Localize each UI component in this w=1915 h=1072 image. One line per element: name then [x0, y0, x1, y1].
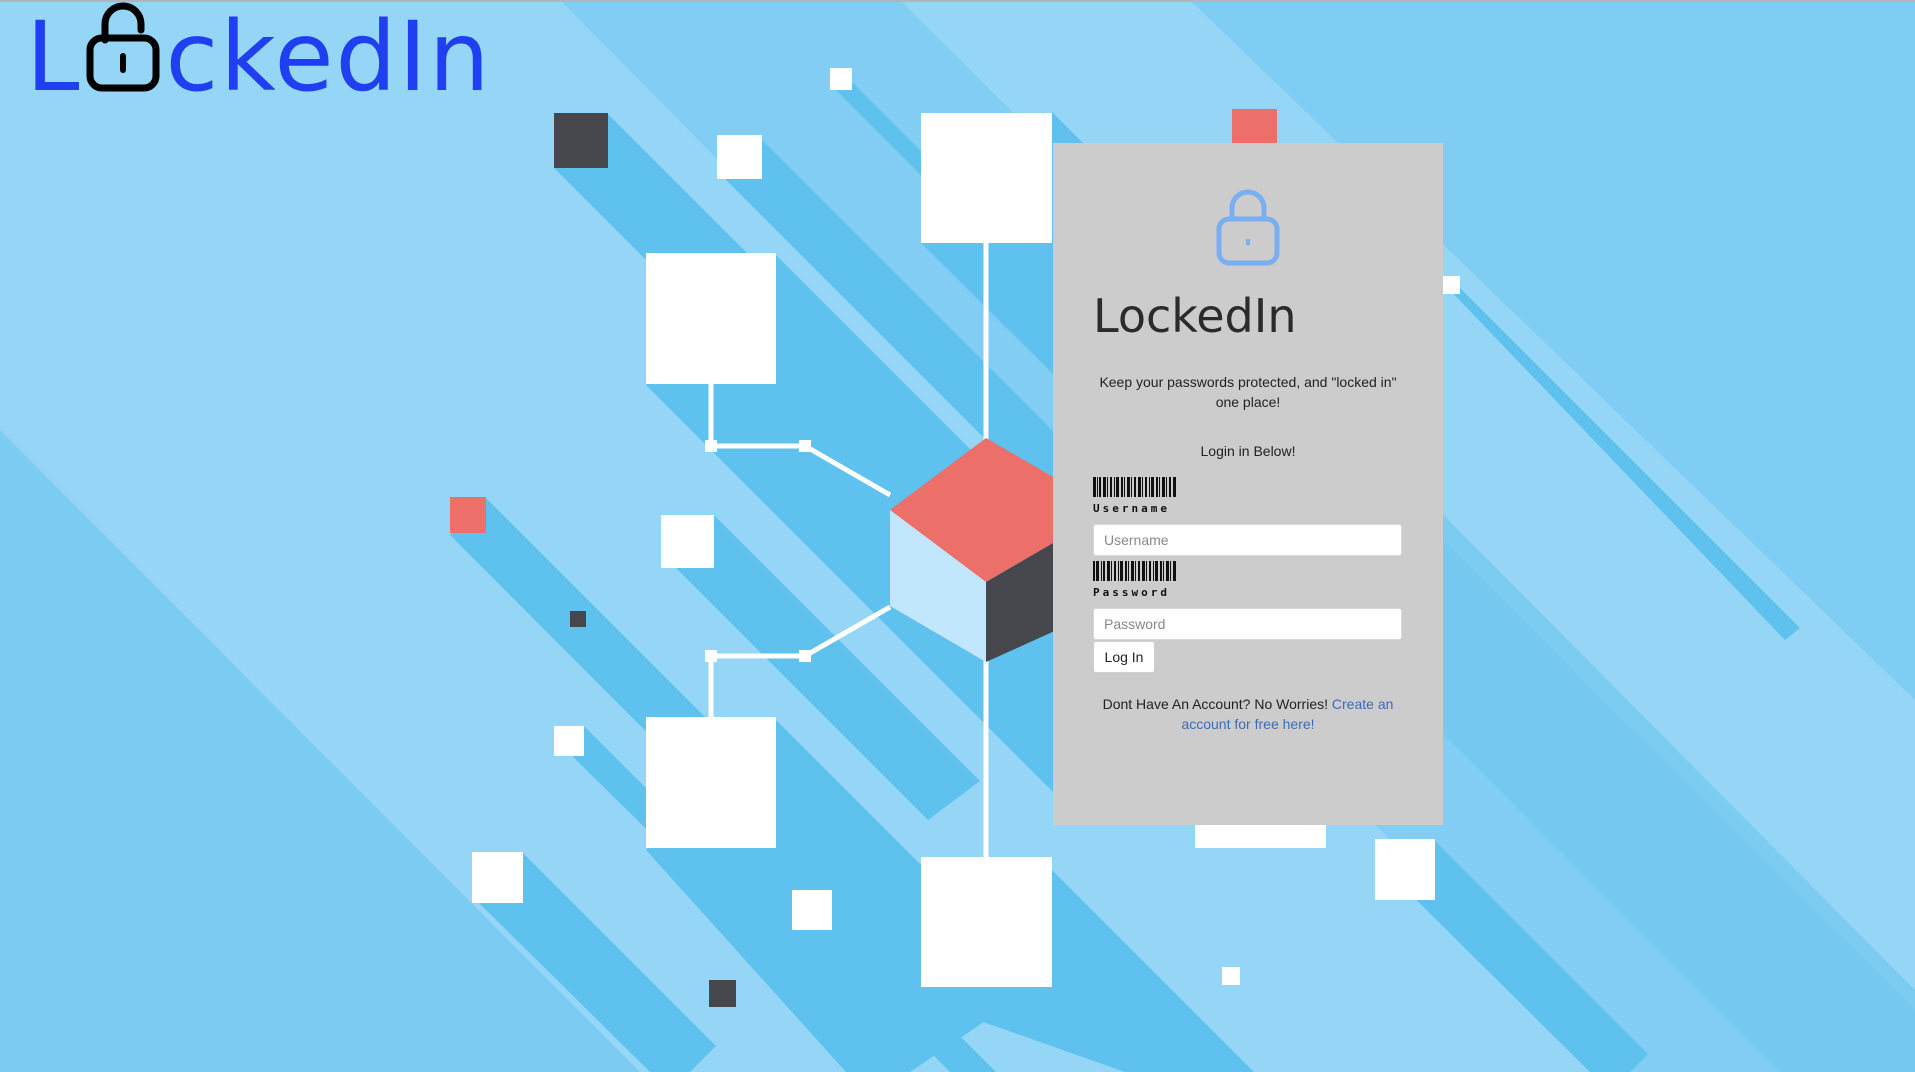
login-button[interactable]: Log In: [1093, 641, 1155, 673]
username-input[interactable]: [1093, 524, 1402, 556]
login-card: LockedIn Keep your passwords protected, …: [1053, 143, 1443, 825]
padlock-icon: [1215, 187, 1281, 272]
signup-prompt-text: Dont Have An Account? No Worries!: [1102, 696, 1329, 712]
tagline: Keep your passwords protected, and "lock…: [1099, 374, 1397, 410]
barcode-icon: [1093, 561, 1176, 581]
padlock-icon: [85, 0, 161, 97]
password-label: Password: [1093, 561, 1178, 599]
logo-prefix: L: [26, 1, 82, 113]
username-label-text: Username: [1093, 502, 1170, 515]
background-illustration: [0, 0, 1915, 1072]
password-label-text: Password: [1093, 586, 1170, 599]
barcode-icon: [1093, 477, 1176, 497]
logo-suffix: ckedIn: [165, 1, 492, 113]
brand-logo: L ckedIn: [26, 1, 492, 113]
password-input[interactable]: [1093, 608, 1402, 640]
username-label: Username: [1093, 477, 1178, 515]
login-heading: Login in Below!: [1200, 443, 1296, 459]
signup-prompt: Dont Have An Account? No Worries! Create…: [1093, 694, 1403, 734]
login-title: LockedIn: [1093, 289, 1297, 343]
